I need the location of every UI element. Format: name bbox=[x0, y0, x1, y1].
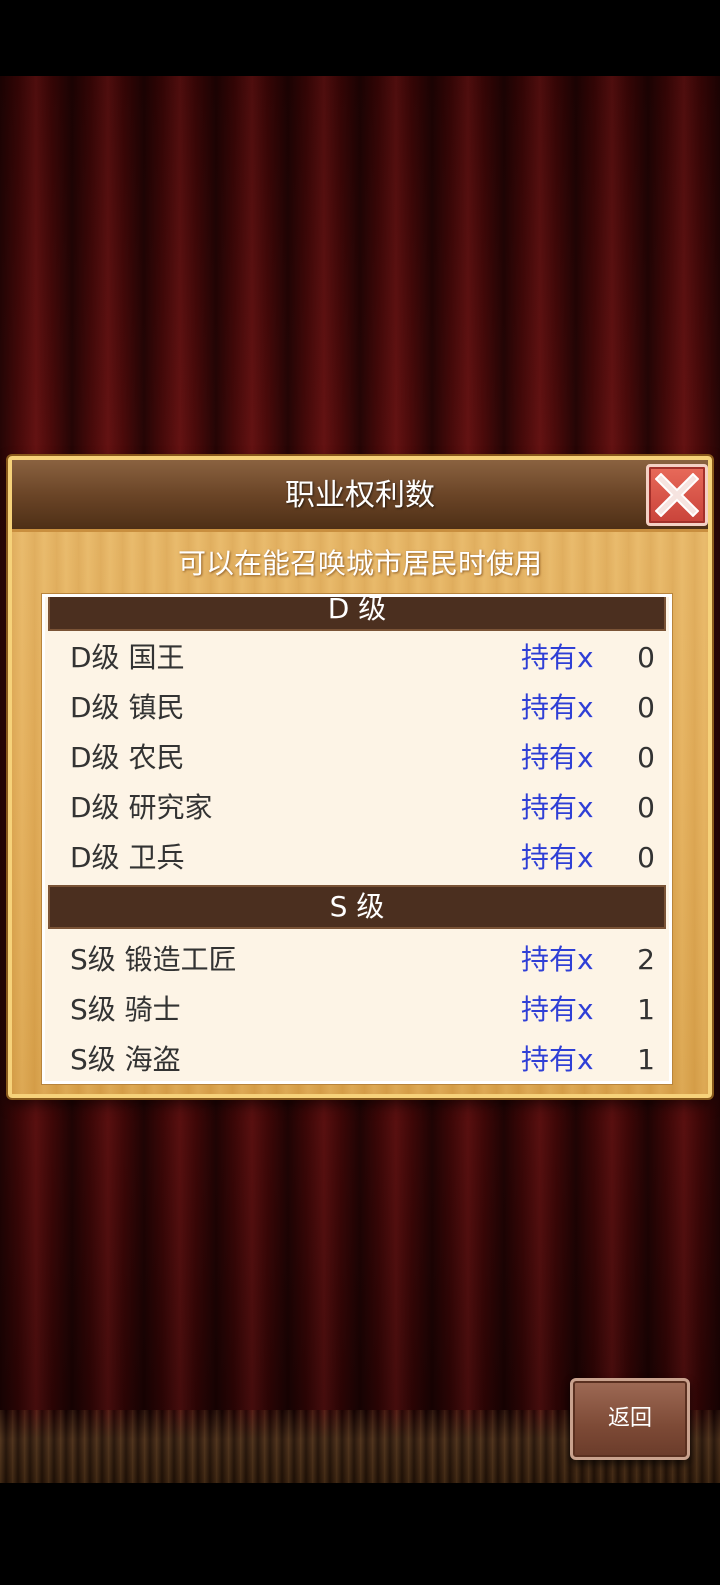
held-count: 0 bbox=[637, 791, 655, 824]
back-button[interactable]: 返回 bbox=[570, 1378, 690, 1460]
list-item: D级 镇民 持有x 0 bbox=[45, 683, 669, 733]
job-name: S级 锻造工匠 bbox=[70, 943, 237, 976]
held-label: 持有x bbox=[521, 993, 594, 1026]
held-count: 1 bbox=[637, 1043, 655, 1076]
job-name: S级 海盗 bbox=[70, 1043, 181, 1076]
held-label: 持有x bbox=[521, 741, 594, 774]
list-item: D级 国王 持有x 0 bbox=[45, 633, 669, 683]
held-label: 持有x bbox=[521, 691, 594, 724]
job-name: D级 农民 bbox=[70, 741, 185, 774]
dialog-subtitle: 可以在能召唤城市居民时使用 bbox=[177, 547, 542, 580]
section-header-s: S 级 bbox=[48, 885, 666, 929]
held-count: 0 bbox=[637, 641, 655, 674]
held-count: 0 bbox=[637, 841, 655, 874]
held-count: 1 bbox=[637, 993, 655, 1026]
list-item: D级 研究家 持有x 0 bbox=[45, 783, 669, 833]
list-item: S级 骑士 持有x 1 bbox=[45, 985, 669, 1035]
held-label: 持有x bbox=[521, 943, 594, 976]
job-rights-dialog: 职业权利数 可以在能召唤城市居民时使用 D 级 D级 国王 持有x 0 D级 镇… bbox=[8, 456, 712, 1098]
navigation-bar-area bbox=[0, 1483, 720, 1585]
held-label: 持有x bbox=[521, 841, 594, 874]
status-bar-area bbox=[0, 0, 720, 76]
list-item: S级 锻造工匠 持有x 2 bbox=[45, 935, 669, 985]
held-count: 0 bbox=[637, 691, 655, 724]
held-count: 0 bbox=[637, 741, 655, 774]
job-name: D级 国王 bbox=[70, 641, 185, 674]
job-rights-list[interactable]: D 级 D级 国王 持有x 0 D级 镇民 持有x 0 D级 农民 持有x 0 … bbox=[42, 594, 672, 1084]
job-name: D级 研究家 bbox=[70, 791, 213, 824]
held-label: 持有x bbox=[521, 641, 594, 674]
close-x-icon bbox=[655, 473, 699, 517]
held-label: 持有x bbox=[521, 791, 594, 824]
held-label: 持有x bbox=[521, 1043, 594, 1076]
job-name: D级 镇民 bbox=[70, 691, 185, 724]
list-item: S级 海盗 持有x 1 bbox=[45, 1035, 669, 1081]
list-item: D级 农民 持有x 0 bbox=[45, 733, 669, 783]
job-name: S级 骑士 bbox=[70, 993, 181, 1026]
job-name: D级 卫兵 bbox=[70, 841, 185, 874]
section-header-d: D 级 bbox=[48, 597, 666, 631]
list-item: D级 卫兵 持有x 0 bbox=[45, 833, 669, 883]
dialog-title: 职业权利数 bbox=[285, 478, 435, 513]
close-button[interactable] bbox=[646, 464, 708, 526]
held-count: 2 bbox=[637, 943, 655, 976]
